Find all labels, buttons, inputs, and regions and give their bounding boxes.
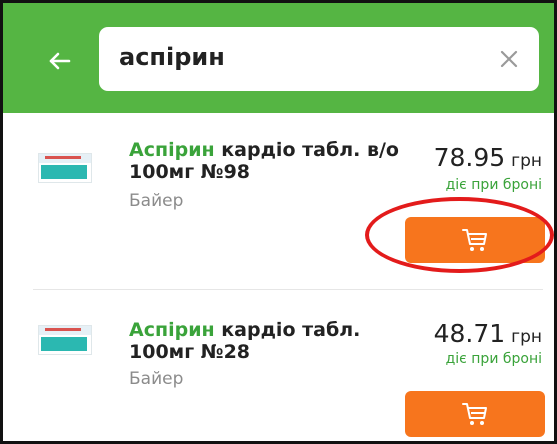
product-image bbox=[38, 325, 92, 355]
add-to-cart-button[interactable] bbox=[405, 391, 545, 437]
close-icon bbox=[500, 50, 518, 68]
price-currency: грн bbox=[511, 327, 542, 347]
highlight-annotation-ring bbox=[365, 197, 554, 273]
price: 48.71 грн bbox=[434, 319, 542, 348]
list-item[interactable]: Аспірин кардіо табл. 100мг №28 Байер 48.… bbox=[3, 303, 554, 441]
price-currency: грн bbox=[511, 151, 542, 171]
product-name-highlight: Аспірин bbox=[129, 319, 215, 341]
price-value: 78.95 bbox=[433, 143, 506, 172]
manufacturer: Байер bbox=[129, 191, 184, 211]
product-name-highlight: Аспірин bbox=[129, 139, 215, 161]
price: 78.95 грн bbox=[434, 143, 542, 172]
reservation-note: діє при броні bbox=[445, 351, 542, 367]
product-name[interactable]: Аспірин кардіо табл. в/о 100мг №98 bbox=[129, 139, 399, 183]
search-field[interactable]: аспірин bbox=[99, 27, 539, 91]
cart-icon bbox=[462, 403, 487, 425]
product-name[interactable]: Аспірин кардіо табл. 100мг №28 bbox=[129, 319, 399, 363]
manufacturer: Байер bbox=[129, 369, 184, 389]
divider bbox=[33, 289, 543, 290]
search-input[interactable]: аспірин bbox=[119, 43, 225, 71]
price-value: 48.71 bbox=[433, 319, 506, 348]
reservation-note: діє при броні bbox=[445, 177, 542, 193]
search-header: аспірин bbox=[3, 3, 554, 113]
back-button[interactable] bbox=[43, 43, 79, 79]
product-image bbox=[38, 153, 92, 183]
arrow-left-icon bbox=[49, 52, 71, 70]
app-screen: аспірин Аспірин кардіо табл. в/о 100мг №… bbox=[0, 0, 557, 444]
clear-button[interactable] bbox=[497, 47, 521, 71]
